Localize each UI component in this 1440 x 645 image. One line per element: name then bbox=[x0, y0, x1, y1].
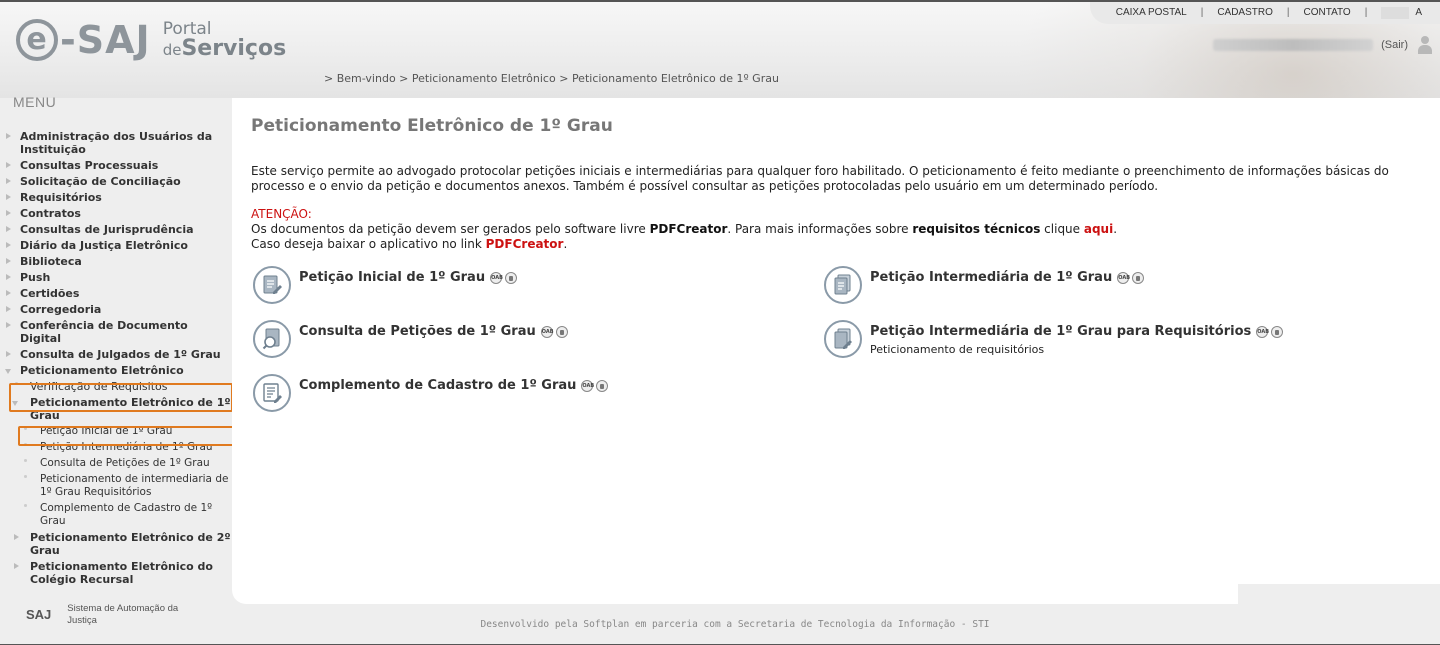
menu-item-biblioteca[interactable]: Biblioteca bbox=[0, 255, 232, 268]
form-edit-icon bbox=[253, 374, 291, 412]
user-icon bbox=[1418, 36, 1432, 54]
menu-item-peticionamento[interactable]: Peticionamento Eletrônico bbox=[0, 364, 232, 377]
pdfcreator-download-link[interactable]: PDFCreator bbox=[486, 237, 564, 251]
breadcrumb-peticionamento[interactable]: Peticionamento Eletrônico bbox=[412, 72, 556, 85]
menu-item-colegio-recursal[interactable]: Peticionamento Eletrônico do Colégio Rec… bbox=[0, 560, 232, 586]
menu-item-conciliacao[interactable]: Solicitação de Conciliação bbox=[0, 175, 232, 188]
menu-item-peticao-inicial[interactable]: Petição Inicial de 1º Grau bbox=[0, 425, 232, 438]
document-search-icon bbox=[253, 320, 291, 358]
top-nav: CAIXA POSTAL | CADASTRO | CONTATO | A bbox=[1115, 7, 1422, 19]
pdfcreator-text: PDFCreator bbox=[649, 222, 728, 236]
menu-item-peticionamento-1-grau[interactable]: Peticionamento Eletrônico de 1º Grau bbox=[0, 396, 232, 422]
menu-item-peticionamento-2-grau[interactable]: Peticionamento Eletrônico de 2º Grau bbox=[0, 531, 232, 557]
oab-badge-icon: OAB bbox=[581, 379, 594, 392]
contato-link[interactable]: CONTATO bbox=[1303, 7, 1350, 19]
main-bottom-strip bbox=[1238, 584, 1440, 604]
esaj-logo[interactable]: e -SAJ Portal deServiços bbox=[16, 14, 286, 66]
oab-badge-icon: OAB bbox=[540, 325, 554, 338]
menu-item-push[interactable]: Push bbox=[0, 271, 232, 284]
lock-icon bbox=[1271, 325, 1284, 338]
documents-stack-icon bbox=[824, 266, 862, 304]
sidebar: MENU Administração dos Usuários da Insti… bbox=[0, 94, 232, 586]
menu-item-certidoes[interactable]: Certidões bbox=[0, 287, 232, 300]
service-complemento-cadastro-label[interactable]: Complemento de Cadastro de 1º Grau bbox=[299, 378, 576, 393]
oab-badge-icon: OAB bbox=[1117, 271, 1130, 284]
menu-item-contratos[interactable]: Contratos bbox=[0, 207, 232, 220]
menu-item-requisitorios[interactable]: Requisitórios bbox=[0, 191, 232, 204]
menu-item-administracao[interactable]: Administração dos Usuários da Instituiçã… bbox=[0, 130, 232, 156]
menu-item-complemento-cadastro[interactable]: Complemento de Cadastro de 1º Grau bbox=[0, 502, 232, 528]
user-name-redacted bbox=[1213, 39, 1374, 51]
footer-credits: Desenvolvido pela Softplan em parceria c… bbox=[480, 619, 990, 630]
logout-link[interactable]: (Sair) bbox=[1381, 39, 1408, 51]
service-peticao-intermediaria[interactable]: Petição Intermediária de 1º Grau OAB bbox=[824, 266, 1145, 304]
document-pen-icon bbox=[253, 266, 291, 304]
documents-pen-icon bbox=[824, 320, 862, 358]
menu-item-diario[interactable]: Diário da Justiça Eletrônico bbox=[0, 239, 232, 252]
menu-title: MENU bbox=[13, 94, 57, 110]
breadcrumb-peticionamento-1-grau[interactable]: Peticionamento Eletrônico de 1º Grau bbox=[572, 72, 779, 85]
lock-icon bbox=[596, 379, 609, 392]
service-consulta-peticoes[interactable]: Consulta de Petições de 1º Grau OAB bbox=[253, 320, 568, 358]
breadcrumb: > Bem-vindo > Peticionamento Eletrônico … bbox=[324, 72, 779, 85]
aqui-link[interactable]: aqui bbox=[1084, 222, 1113, 236]
menu-item-julgados[interactable]: Consulta de Julgados de 1º Grau bbox=[0, 348, 232, 361]
attention-label: ATENÇÃO: bbox=[251, 207, 312, 221]
menu-item-consultas-processuais[interactable]: Consultas Processuais bbox=[0, 159, 232, 172]
menu-item-consulta-peticoes[interactable]: Consulta de Petições de 1º Grau bbox=[0, 457, 232, 470]
menu-list: Administração dos Usuários da Instituiçã… bbox=[0, 130, 232, 589]
requisitos-tecnicos-text: requisitos técnicos bbox=[912, 222, 1041, 236]
service-peticao-inicial[interactable]: Petição Inicial de 1º Grau OAB bbox=[253, 266, 518, 304]
oab-badge-icon: OAB bbox=[490, 271, 503, 284]
lock-icon bbox=[505, 271, 518, 284]
attention-notice: ATENÇÃO: Os documentos da petição devem … bbox=[251, 207, 1118, 251]
menu-item-intermediaria-requisitorios[interactable]: Peticionamento de intermediaria de 1º Gr… bbox=[0, 473, 232, 499]
menu-item-peticao-intermediaria[interactable]: Petição Intermediária de 1º Grau bbox=[0, 441, 232, 454]
user-bar: (Sair) bbox=[1213, 36, 1432, 54]
lock-icon bbox=[555, 325, 568, 338]
caixa-postal-link[interactable]: CAIXA POSTAL bbox=[1116, 7, 1187, 19]
menu-item-conferencia[interactable]: Conferência de Documento Digital bbox=[0, 319, 232, 345]
header: e -SAJ Portal deServiços CAIXA POSTAL | C… bbox=[0, 2, 1440, 242]
main-content: Peticionamento Eletrônico de 1º Grau Est… bbox=[232, 98, 1440, 604]
service-complemento-cadastro[interactable]: Complemento de Cadastro de 1º Grau OAB bbox=[253, 374, 609, 412]
esaj-logo-mark: e -SAJ bbox=[16, 18, 151, 62]
breadcrumb-bem-vindo[interactable]: Bem-vindo bbox=[337, 72, 396, 85]
service-peticao-requisitorios-subtitle: Peticionamento de requisitórios bbox=[870, 343, 1045, 356]
page-title: Peticionamento Eletrônico de 1º Grau bbox=[251, 116, 613, 136]
service-description: Este serviço permite ao advogado protoco… bbox=[251, 164, 1389, 193]
service-peticao-requisitorios[interactable]: Petição Intermediária de 1º Grau para Re… bbox=[824, 320, 1284, 358]
portal-servicos-logo-text: Portal deServiços bbox=[162, 18, 287, 61]
oab-badge-icon: OAB bbox=[1256, 325, 1269, 338]
accessibility-link[interactable]: A bbox=[1415, 7, 1422, 19]
menu-item-corregedoria[interactable]: Corregedoria bbox=[0, 303, 232, 316]
service-peticao-intermediaria-label[interactable]: Petição Intermediária de 1º Grau bbox=[870, 270, 1112, 285]
menu-item-verificacao[interactable]: Verificação de Requisitos bbox=[0, 380, 232, 393]
service-peticao-requisitorios-label[interactable]: Petição Intermediária de 1º Grau para Re… bbox=[870, 324, 1251, 339]
menu-item-jurisprudencia[interactable]: Consultas de Jurisprudência bbox=[0, 223, 232, 236]
redacted-text bbox=[1381, 7, 1410, 19]
lock-icon bbox=[1132, 271, 1145, 284]
service-consulta-peticoes-label[interactable]: Consulta de Petições de 1º Grau bbox=[299, 324, 536, 339]
cadastro-link[interactable]: CADASTRO bbox=[1217, 7, 1273, 19]
service-peticao-inicial-label[interactable]: Petição Inicial de 1º Grau bbox=[299, 270, 485, 285]
